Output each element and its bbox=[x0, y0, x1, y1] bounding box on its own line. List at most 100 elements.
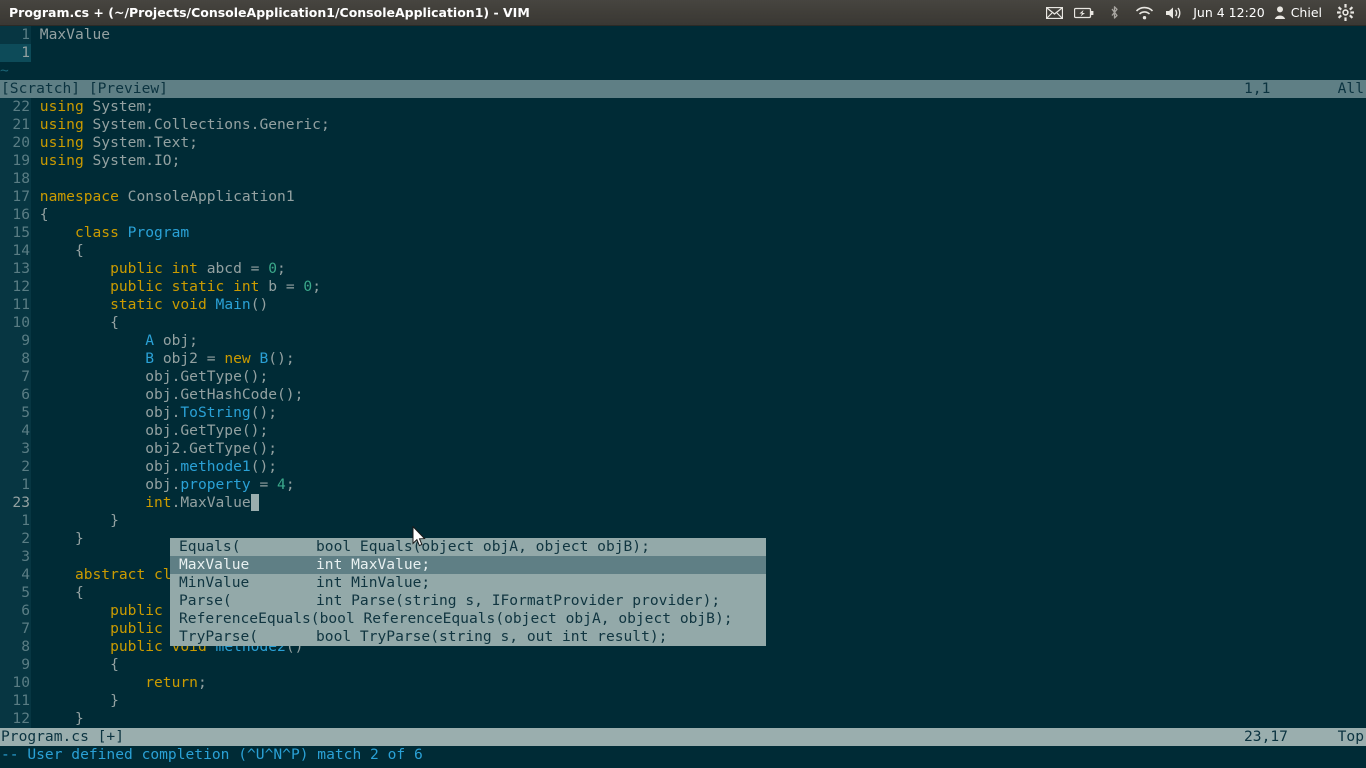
gutter-gap bbox=[31, 332, 40, 350]
line-text: public static int b = 0; bbox=[39, 278, 321, 295]
editor-line: 12 public static int b = 0; bbox=[0, 278, 1366, 296]
gutter-gap bbox=[31, 512, 40, 530]
line-text: } bbox=[39, 530, 84, 547]
gear-icon[interactable] bbox=[1330, 0, 1360, 26]
completion-item[interactable]: Equals(bool Equals(object objA, object o… bbox=[170, 538, 766, 556]
line-number: 9 bbox=[0, 656, 31, 674]
gutter-gap bbox=[31, 692, 40, 710]
line-number: 1 bbox=[0, 26, 31, 44]
preview-line: 1 MaxValue bbox=[0, 26, 1366, 44]
editor-line: 3 obj2.GetType(); bbox=[0, 440, 1366, 458]
editor-line: 8 B obj2 = new B(); bbox=[0, 350, 1366, 368]
battery-icon[interactable] bbox=[1069, 0, 1099, 26]
system-tray: Jun 4 12:20 Chiel bbox=[1039, 0, 1366, 26]
mouse-pointer bbox=[412, 525, 426, 552]
file-statusline: Program.cs [+] 23,17 Top bbox=[0, 728, 1366, 746]
line-number: 13 bbox=[0, 260, 31, 278]
completion-signature: int MaxValue; bbox=[316, 556, 431, 573]
line-text: using System.Text; bbox=[39, 134, 198, 151]
editor-line: 2 obj.methode1(); bbox=[0, 458, 1366, 476]
editor-line: 15 class Program bbox=[0, 224, 1366, 242]
editor-line: 23 int.MaxValue bbox=[0, 494, 1366, 512]
line-number: 10 bbox=[0, 314, 31, 332]
editor-line: 14 { bbox=[0, 242, 1366, 260]
completion-popup[interactable]: Equals(bool Equals(object objA, object o… bbox=[170, 538, 766, 646]
gutter-gap bbox=[31, 440, 40, 458]
line-text: } bbox=[39, 512, 119, 529]
line-text: B obj2 = new B(); bbox=[145, 350, 295, 367]
gutter-gap bbox=[31, 260, 40, 278]
completion-item[interactable]: MinValue int MinValue; bbox=[170, 574, 766, 592]
line-number: 22 bbox=[0, 98, 31, 116]
gutter-gap bbox=[31, 134, 40, 152]
window-titlebar: Program.cs + (~/Projects/ConsoleApplicat… bbox=[0, 0, 1366, 26]
line-text: obj.methode1(); bbox=[39, 458, 278, 475]
completion-signature: int MinValue; bbox=[316, 574, 431, 591]
gutter-gap bbox=[31, 386, 40, 404]
completion-word: Equals( bbox=[179, 538, 241, 555]
vim-application[interactable]: 1 MaxValue 1 ~ [Scratch] [Preview] 1,1 Al… bbox=[0, 26, 1366, 768]
gutter-gap bbox=[31, 656, 40, 674]
volume-icon[interactable] bbox=[1159, 0, 1189, 26]
user-menu[interactable]: Chiel bbox=[1274, 5, 1330, 20]
line-text: obj2.GetType(); bbox=[39, 440, 278, 457]
line-number: 3 bbox=[0, 548, 31, 566]
line-number: 23 bbox=[0, 494, 31, 512]
line-number: 15 bbox=[0, 224, 31, 242]
completion-item[interactable]: MaxValue int MaxValue; bbox=[170, 556, 766, 574]
editor-line: 10 return; bbox=[0, 674, 1366, 692]
envelope-icon[interactable] bbox=[1039, 0, 1069, 26]
editor-line: 11 } bbox=[0, 692, 1366, 710]
completion-item[interactable]: Parse(int Parse(string s, IFormatProvide… bbox=[170, 592, 766, 610]
line-number: 11 bbox=[0, 296, 31, 314]
line-text: using System.IO; bbox=[39, 152, 181, 169]
preview-statusline: [Scratch] [Preview] 1,1 All bbox=[0, 80, 1366, 98]
editor-line: 11 static void Main() bbox=[0, 296, 1366, 314]
gutter-gap bbox=[31, 494, 40, 512]
user-name: Chiel bbox=[1290, 5, 1322, 20]
line-text: using System; bbox=[39, 98, 155, 115]
gutter-gap bbox=[31, 98, 40, 116]
line-number: 8 bbox=[0, 638, 31, 656]
completion-item[interactable]: TryParse(bool TryParse(string s, out int… bbox=[170, 628, 766, 646]
gutter-gap bbox=[31, 152, 40, 170]
bluetooth-icon[interactable] bbox=[1099, 0, 1129, 26]
vim-message-line: -- User defined completion (^U^N^P) matc… bbox=[1, 746, 423, 763]
gutter-gap bbox=[31, 116, 40, 134]
gutter-gap bbox=[31, 530, 40, 548]
line-text: namespace ConsoleApplication1 bbox=[39, 188, 295, 205]
preview-scroll-indicator: All bbox=[1337, 80, 1364, 97]
preview-window[interactable]: 1 MaxValue 1 ~ bbox=[0, 26, 1366, 80]
gutter-gap bbox=[31, 350, 40, 368]
completion-word: TryParse( bbox=[179, 628, 259, 645]
preview-cursor-position: 1,1 bbox=[1244, 80, 1271, 97]
line-number: 4 bbox=[0, 566, 31, 584]
line-number: 9 bbox=[0, 332, 31, 350]
line-text: class Program bbox=[39, 224, 190, 241]
line-number: 8 bbox=[0, 350, 31, 368]
editor-line: 9 A obj; bbox=[0, 332, 1366, 350]
wifi-icon[interactable] bbox=[1129, 0, 1159, 26]
gutter-gap bbox=[31, 404, 40, 422]
clock[interactable]: Jun 4 12:20 bbox=[1189, 5, 1273, 20]
scroll-indicator: Top bbox=[1337, 728, 1364, 745]
line-text: return; bbox=[39, 674, 207, 691]
line-text: { bbox=[39, 242, 84, 259]
line-number: 11 bbox=[0, 692, 31, 710]
gutter-gap bbox=[31, 224, 40, 242]
line-text: static void Main() bbox=[39, 296, 269, 313]
line-text: A obj; bbox=[145, 332, 198, 349]
completion-item[interactable]: ReferenceEquals(bool ReferenceEquals(obj… bbox=[170, 610, 766, 628]
completion-signature: int Parse(string s, IFormatProvider prov… bbox=[316, 592, 721, 609]
gutter-gap bbox=[31, 710, 40, 728]
gutter-gap bbox=[31, 566, 40, 584]
line-text: obj.GetHashCode(); bbox=[39, 386, 304, 403]
line-text: { bbox=[39, 584, 84, 601]
gutter-gap bbox=[31, 674, 40, 692]
gutter-gap bbox=[31, 368, 40, 386]
gutter-gap bbox=[31, 242, 40, 260]
line-number: 14 bbox=[0, 242, 31, 260]
gutter-gap bbox=[31, 422, 40, 440]
gutter-gap bbox=[31, 602, 40, 620]
editor-line: 22 using System; bbox=[0, 98, 1366, 116]
